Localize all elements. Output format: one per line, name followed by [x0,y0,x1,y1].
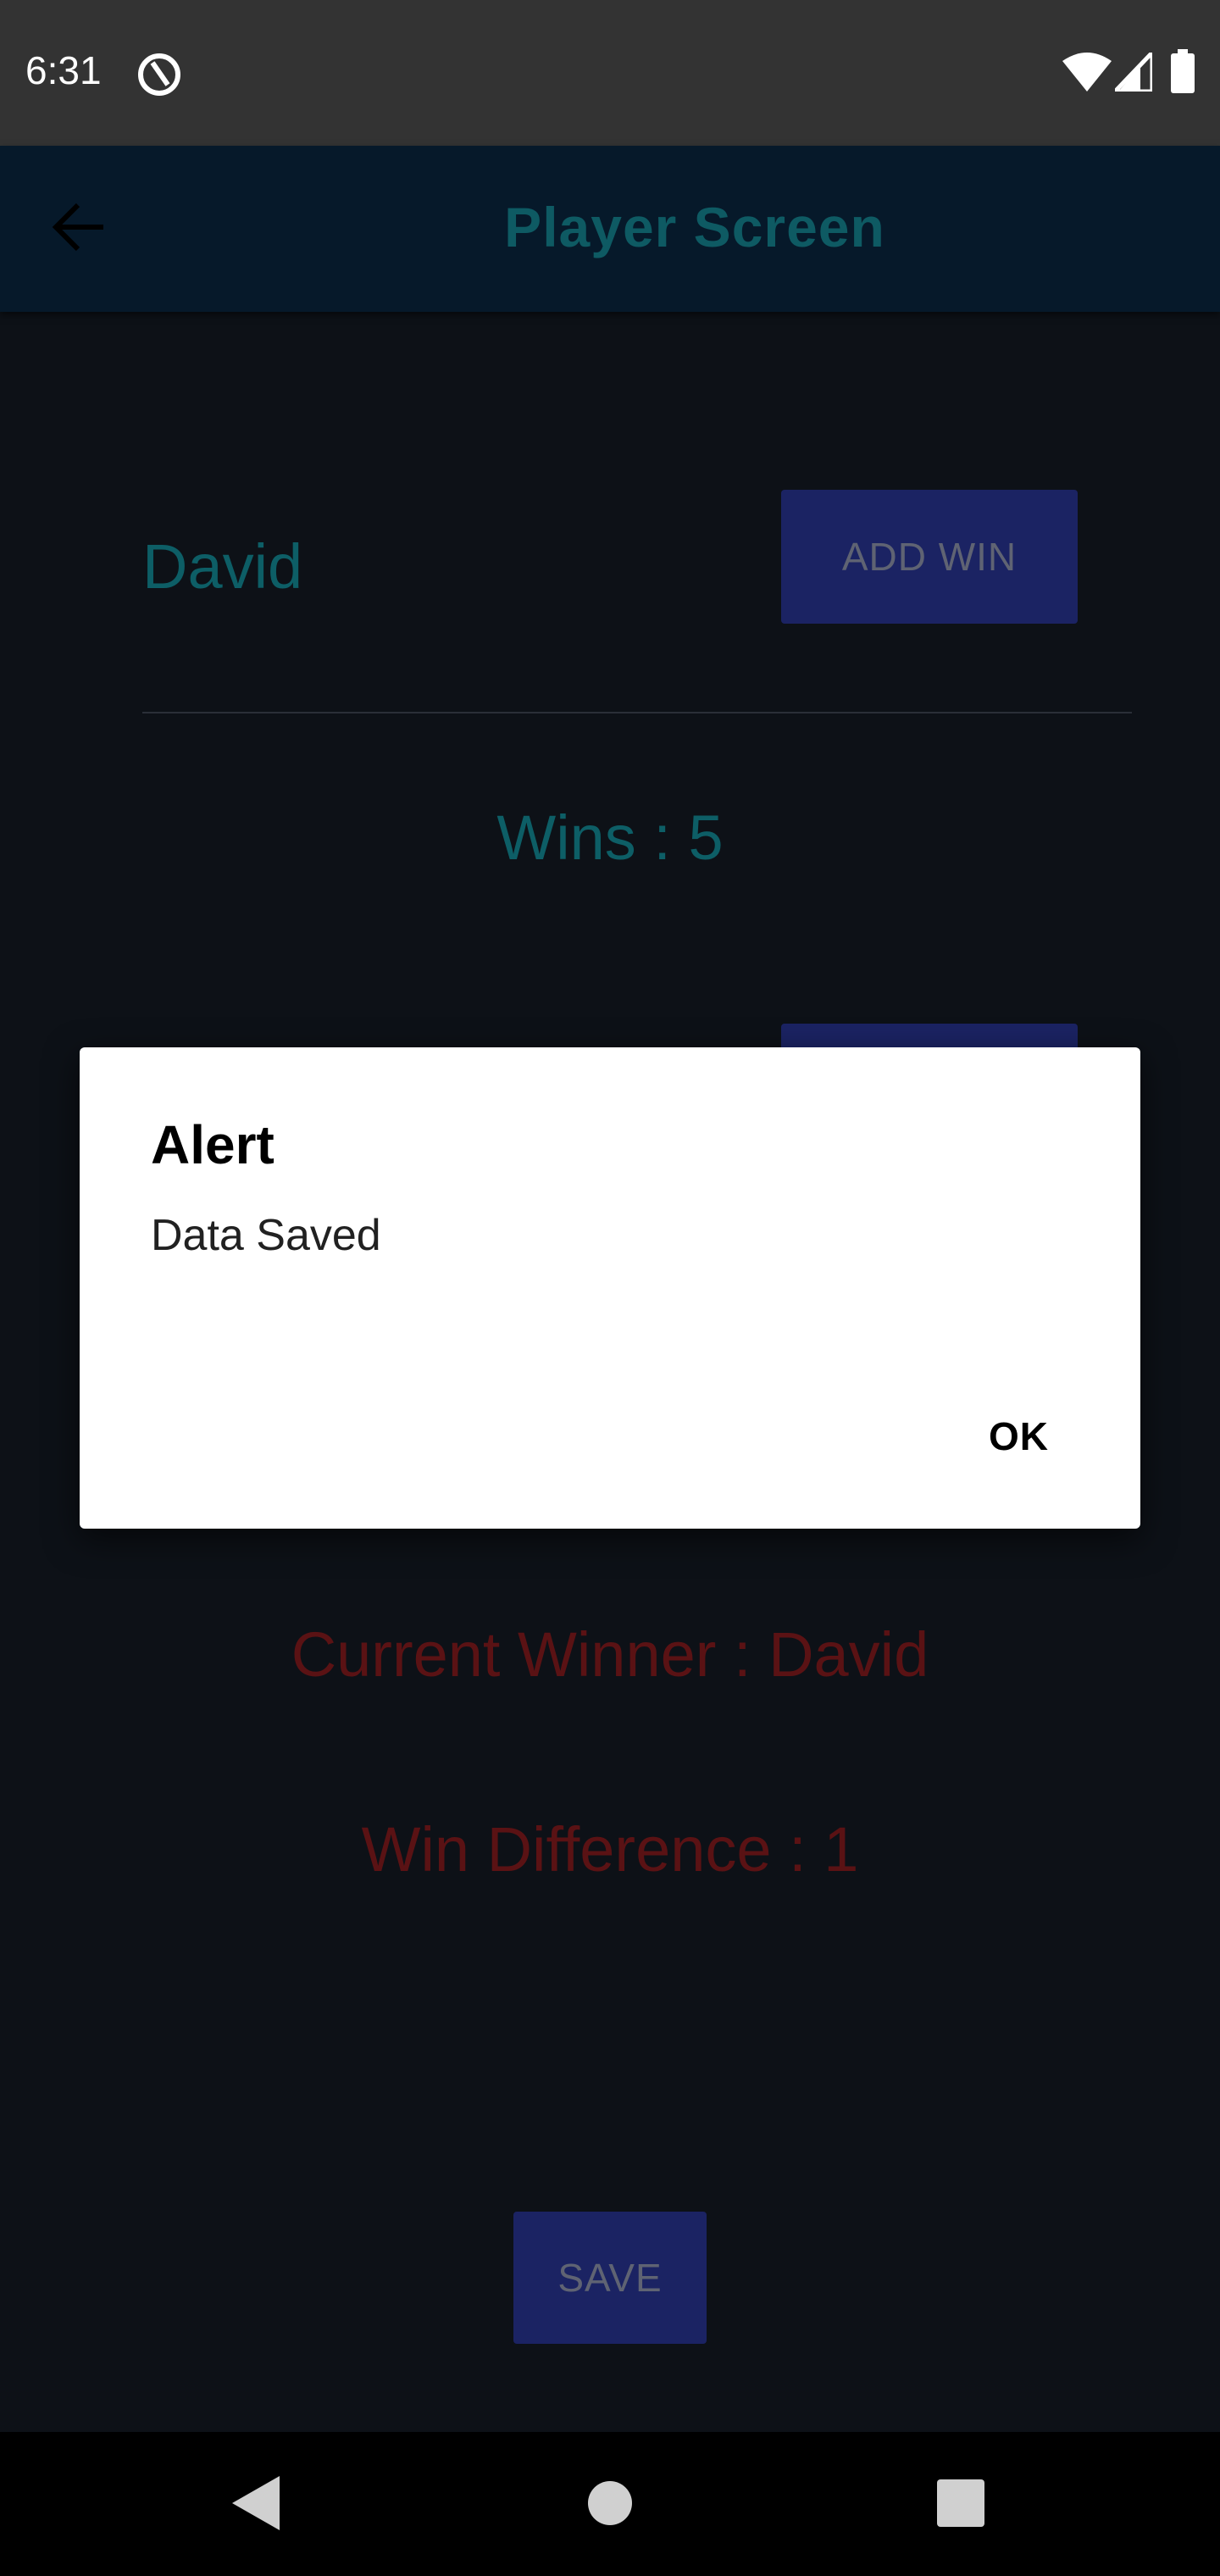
add-win-button[interactable]: ADD WIN [781,490,1078,624]
battery-icon [1171,49,1195,97]
dialog-title: Alert [151,1114,274,1175]
recents-square-icon[interactable] [937,2479,984,2531]
signal-icon [1110,47,1155,96]
player-name: David [142,531,303,602]
wins-count: Wins : 5 [496,802,724,873]
dialog-message: Data Saved [151,1211,381,1260]
back-triangle-icon[interactable] [232,2476,280,2534]
save-button[interactable]: SAVE [513,2212,707,2344]
status-bar: 6:31 [0,0,1220,146]
win-difference: Win Difference : 1 [361,1814,859,1885]
current-winner: Current Winner : David [291,1619,929,1690]
status-time: 6:31 [25,48,102,92]
page-title: Player Screen [504,196,885,258]
navigation-bar [0,2432,1220,2576]
ok-button[interactable]: OK [989,1413,1049,1459]
divider [142,712,1132,713]
app-bar: Player Screen [0,146,1220,312]
home-circle-icon[interactable] [586,2479,634,2531]
alert-dialog: Alert Data Saved OK [80,1047,1140,1529]
wifi-icon [1062,53,1112,96]
blocked-icon [136,51,183,103]
